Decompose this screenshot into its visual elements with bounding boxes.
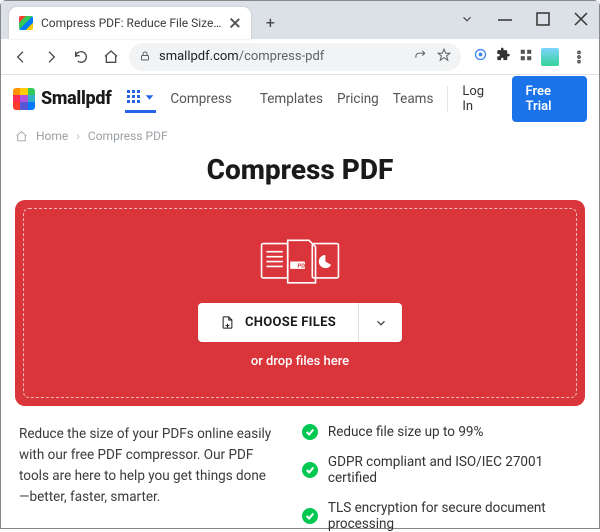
crumb-current: Compress PDF: [88, 129, 168, 143]
check-icon: [302, 508, 318, 524]
back-button[interactable]: [9, 45, 33, 69]
close-window-button[interactable]: [569, 7, 593, 31]
extension-area: [473, 45, 591, 69]
bullet-text: TLS encryption for secure document proce…: [328, 500, 581, 532]
check-icon: [302, 424, 318, 440]
minimize-button[interactable]: [493, 7, 517, 31]
url-text: smallpdf.com/compress-pdf: [159, 49, 324, 64]
extension-icon[interactable]: [473, 47, 488, 66]
files-illustration-icon: PDF: [255, 237, 345, 291]
lock-icon: [139, 47, 151, 66]
close-tab-icon[interactable]: [229, 17, 241, 29]
url-path: /compress-pdf: [239, 49, 325, 64]
page-title: Compress PDF: [1, 153, 599, 186]
nav-compress[interactable]: Compress: [170, 91, 231, 107]
chevron-down-icon: [374, 316, 388, 330]
feature-list: Reduce file size up to 99% GDPR complian…: [302, 424, 581, 532]
feature-section: Reduce the size of your PDFs online easi…: [1, 406, 599, 532]
nav-pricing[interactable]: Pricing: [337, 91, 379, 107]
window-titlebar: Compress PDF: Reduce File Size… +: [1, 1, 599, 39]
share-icon[interactable]: [413, 47, 427, 66]
forward-button[interactable]: [39, 45, 63, 69]
tab-search-button[interactable]: [455, 7, 479, 31]
nav-teams[interactable]: Teams: [393, 91, 434, 107]
browser-toolbar: smallpdf.com/compress-pdf: [1, 39, 599, 75]
upload-dropzone[interactable]: PDF CHOOSE FILES or drop files here: [15, 200, 585, 406]
grid-icon: [127, 90, 141, 104]
profile-avatar[interactable]: [541, 48, 559, 66]
puzzle-icon[interactable]: [496, 47, 511, 66]
home-icon: [15, 130, 28, 143]
address-bar[interactable]: smallpdf.com/compress-pdf: [129, 43, 461, 71]
list-item: GDPR compliant and ISO/IEC 27001 certifi…: [302, 454, 581, 486]
brand-name: Smallpdf: [41, 88, 111, 109]
site-header: Smallpdf Compress Templates Pricing Team…: [1, 75, 599, 123]
file-icon: [220, 315, 235, 330]
bullet-text: Reduce file size up to 99%: [328, 424, 484, 440]
chevron-down-icon: [145, 93, 154, 102]
drop-hint: or drop files here: [251, 354, 349, 369]
choose-files-dropdown[interactable]: [358, 303, 402, 342]
window-controls: [455, 7, 593, 31]
bullet-text: GDPR compliant and ISO/IEC 27001 certifi…: [328, 454, 581, 486]
reload-button[interactable]: [69, 45, 93, 69]
list-item: Reduce file size up to 99%: [302, 424, 581, 440]
free-trial-button[interactable]: Free Trial: [512, 76, 588, 122]
url-host: smallpdf.com: [159, 49, 239, 64]
kebab-menu-icon[interactable]: [567, 45, 591, 69]
tools-menu-button[interactable]: [125, 84, 156, 113]
choose-files-button[interactable]: CHOOSE FILES: [198, 303, 358, 342]
check-icon: [302, 462, 318, 478]
bookmark-icon[interactable]: [437, 47, 451, 66]
logo[interactable]: Smallpdf: [13, 88, 111, 110]
logo-mark-icon: [13, 88, 35, 110]
description-text: Reduce the size of your PDFs online easi…: [19, 424, 272, 532]
crumb-home[interactable]: Home: [36, 129, 68, 143]
login-link[interactable]: Log In: [462, 84, 493, 114]
breadcrumb: Home › Compress PDF: [1, 123, 599, 147]
maximize-button[interactable]: [531, 7, 555, 31]
svg-text:PDF: PDF: [298, 263, 309, 269]
new-tab-button[interactable]: +: [257, 9, 283, 35]
nav-templates[interactable]: Templates: [260, 91, 323, 107]
favicon-icon: [19, 16, 33, 30]
apps-icon[interactable]: [519, 47, 533, 66]
home-button[interactable]: [99, 45, 123, 69]
choose-files-label: CHOOSE FILES: [245, 315, 336, 330]
list-item: TLS encryption for secure document proce…: [302, 500, 581, 532]
tab-title: Compress PDF: Reduce File Size…: [41, 16, 221, 30]
browser-tab[interactable]: Compress PDF: Reduce File Size…: [9, 7, 251, 39]
divider: [447, 86, 448, 112]
chevron-right-icon: ›: [76, 129, 80, 143]
